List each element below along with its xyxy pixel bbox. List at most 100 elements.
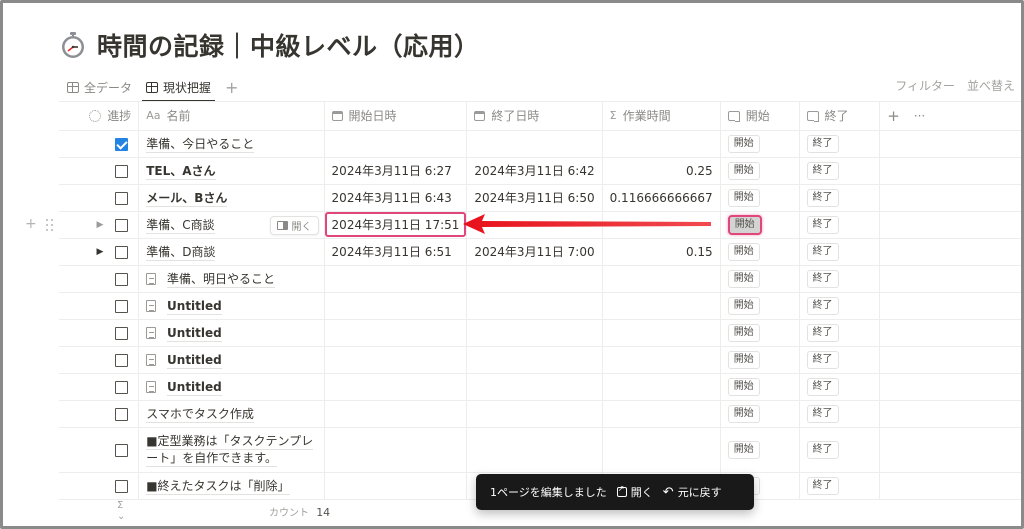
table-row[interactable]: メール、Bさん 2024年3月11日 6:43 2024年3月11日 6:50 … xyxy=(59,184,1021,212)
end-datetime-cell[interactable] xyxy=(466,427,603,473)
toggle-arrow-icon[interactable]: ▶ xyxy=(96,247,103,257)
start-button[interactable]: 開始 xyxy=(727,404,760,423)
end-datetime-cell[interactable] xyxy=(466,130,603,158)
column-header-progress[interactable]: 進捗 xyxy=(59,102,140,131)
end-datetime-cell[interactable]: 2024年3月11日 6:50 xyxy=(466,184,603,212)
start-button[interactable]: 開始 xyxy=(727,134,760,153)
end-datetime-cell[interactable] xyxy=(466,211,603,239)
name-cell[interactable]: ■終えたタスクは「削除」 xyxy=(138,472,325,500)
end-datetime-cell[interactable] xyxy=(466,265,603,293)
start-datetime-cell[interactable]: 2024年3月11日 6:51 xyxy=(324,238,468,266)
end-datetime-cell[interactable]: 2024年3月11日 7:00 xyxy=(466,238,603,266)
add-property-button[interactable]: + xyxy=(887,107,900,125)
progress-checkbox[interactable] xyxy=(115,407,129,421)
column-header-end-button[interactable]: 終了 xyxy=(799,102,881,131)
progress-checkbox[interactable] xyxy=(115,137,129,151)
progress-checkbox[interactable] xyxy=(115,353,129,367)
end-datetime-cell[interactable] xyxy=(466,346,603,374)
end-button[interactable]: 終了 xyxy=(806,404,839,423)
progress-checkbox[interactable] xyxy=(115,443,129,457)
name-cell[interactable]: ■定型業務は「タスクテンプレート」を自作できます。 xyxy=(138,427,325,473)
drag-handle-icon[interactable] xyxy=(45,219,54,232)
end-button[interactable]: 終了 xyxy=(806,242,839,261)
open-page-button[interactable]: 開く xyxy=(269,215,319,235)
name-cell[interactable]: Untitled xyxy=(138,346,325,374)
end-datetime-cell[interactable] xyxy=(466,292,603,320)
end-button[interactable]: 終了 xyxy=(806,440,839,459)
name-cell[interactable]: 準備、C商談 開く xyxy=(138,211,325,239)
start-datetime-cell[interactable] xyxy=(324,265,468,293)
end-button[interactable]: 終了 xyxy=(806,323,839,342)
name-cell[interactable]: Untitled xyxy=(138,292,325,320)
end-button[interactable]: 終了 xyxy=(806,215,839,234)
column-header-work-time[interactable]: Σ 作業時間 xyxy=(602,102,721,131)
name-cell[interactable]: 準備、明日やること xyxy=(138,265,325,293)
end-button[interactable]: 終了 xyxy=(806,134,839,153)
table-row[interactable]: スマホでタスク作成 開始 終了 xyxy=(59,400,1021,428)
add-view-button[interactable]: + xyxy=(221,78,242,97)
start-button[interactable]: 開始 xyxy=(727,350,760,369)
end-button[interactable]: 終了 xyxy=(806,269,839,288)
name-cell[interactable]: 準備、今日やること xyxy=(138,130,325,158)
table-row[interactable]: Untitled 開始 終了 xyxy=(59,373,1021,401)
start-datetime-cell[interactable] xyxy=(324,130,468,158)
progress-checkbox[interactable] xyxy=(115,272,129,286)
name-cell[interactable]: Untitled xyxy=(138,373,325,401)
end-button[interactable]: 終了 xyxy=(806,377,839,396)
name-cell[interactable]: TEL、Aさん xyxy=(138,157,325,185)
table-row[interactable]: Untitled 開始 終了 xyxy=(59,346,1021,374)
toast-open-button[interactable]: 開く xyxy=(616,484,653,500)
name-cell[interactable]: 準備、D商談 xyxy=(138,238,325,266)
progress-checkbox[interactable] xyxy=(115,479,129,493)
column-header-end-datetime[interactable]: 終了日時 xyxy=(466,102,603,131)
sort-button[interactable]: 並べ替え xyxy=(967,77,1015,94)
toast-undo-button[interactable]: ↶ 元に戻す xyxy=(663,484,722,500)
end-button[interactable]: 終了 xyxy=(806,296,839,315)
end-datetime-cell[interactable] xyxy=(466,319,603,347)
start-button[interactable]: 開始 xyxy=(727,377,760,396)
add-row-icon[interactable]: + xyxy=(25,216,37,232)
end-button[interactable]: 終了 xyxy=(806,350,839,369)
start-datetime-cell[interactable] xyxy=(324,373,468,401)
end-button[interactable]: 終了 xyxy=(806,188,839,207)
progress-checkbox[interactable] xyxy=(115,299,129,313)
calculate-dropdown[interactable]: Σ ⌄ xyxy=(117,500,125,522)
name-cell[interactable]: スマホでタスク作成 xyxy=(138,400,325,428)
start-button[interactable]: 開始 xyxy=(727,296,760,315)
progress-checkbox[interactable] xyxy=(115,245,129,259)
start-datetime-cell[interactable] xyxy=(324,346,468,374)
progress-checkbox[interactable] xyxy=(115,218,129,232)
end-button[interactable]: 終了 xyxy=(806,161,839,180)
start-datetime-cell[interactable] xyxy=(324,427,468,473)
name-cell[interactable]: メール、Bさん xyxy=(138,184,325,212)
start-button[interactable]: 開始 xyxy=(727,440,760,459)
column-header-start-button[interactable]: 開始 xyxy=(720,102,800,131)
toggle-arrow-icon[interactable]: ▶ xyxy=(96,220,103,230)
table-row[interactable]: ▶ 準備、D商談 2024年3月11日 6:51 2024年3月11日 7:00… xyxy=(59,238,1021,266)
progress-checkbox[interactable] xyxy=(115,191,129,205)
start-datetime-cell[interactable] xyxy=(324,472,468,500)
progress-checkbox[interactable] xyxy=(115,164,129,178)
start-datetime-cell[interactable] xyxy=(324,319,468,347)
end-datetime-cell[interactable] xyxy=(466,400,603,428)
start-button[interactable]: 開始 xyxy=(727,161,760,180)
start-button[interactable]: 開始 xyxy=(727,188,760,207)
start-datetime-cell[interactable]: 2024年3月11日 6:43 xyxy=(324,184,468,212)
progress-checkbox[interactable] xyxy=(115,326,129,340)
table-row[interactable]: TEL、Aさん 2024年3月11日 6:27 2024年3月11日 6:42 … xyxy=(59,157,1021,185)
table-row[interactable]: Untitled 開始 終了 xyxy=(59,292,1021,320)
start-button[interactable]: 開始 xyxy=(727,269,760,288)
start-datetime-cell[interactable]: 2024年3月11日 6:27 xyxy=(324,157,468,185)
start-datetime-cell[interactable]: 2024年3月11日 17:51 xyxy=(324,211,468,239)
name-cell[interactable]: Untitled xyxy=(138,319,325,347)
start-datetime-cell[interactable] xyxy=(324,400,468,428)
column-header-start-datetime[interactable]: 開始日時 xyxy=(324,102,468,131)
start-button[interactable]: 開始 xyxy=(727,214,762,235)
end-button[interactable]: 終了 xyxy=(806,476,839,495)
tab-all-data[interactable]: 全データ xyxy=(63,73,136,101)
start-button[interactable]: 開始 xyxy=(727,323,760,342)
filter-button[interactable]: フィルター xyxy=(895,77,955,94)
column-header-name[interactable]: Aa 名前 xyxy=(138,102,325,131)
tab-current-status[interactable]: 現状把握 xyxy=(142,73,216,102)
table-row[interactable]: ▶ 準備、C商談 開く 2024年3月11日 17:51 開始 終了 xyxy=(59,211,1021,239)
